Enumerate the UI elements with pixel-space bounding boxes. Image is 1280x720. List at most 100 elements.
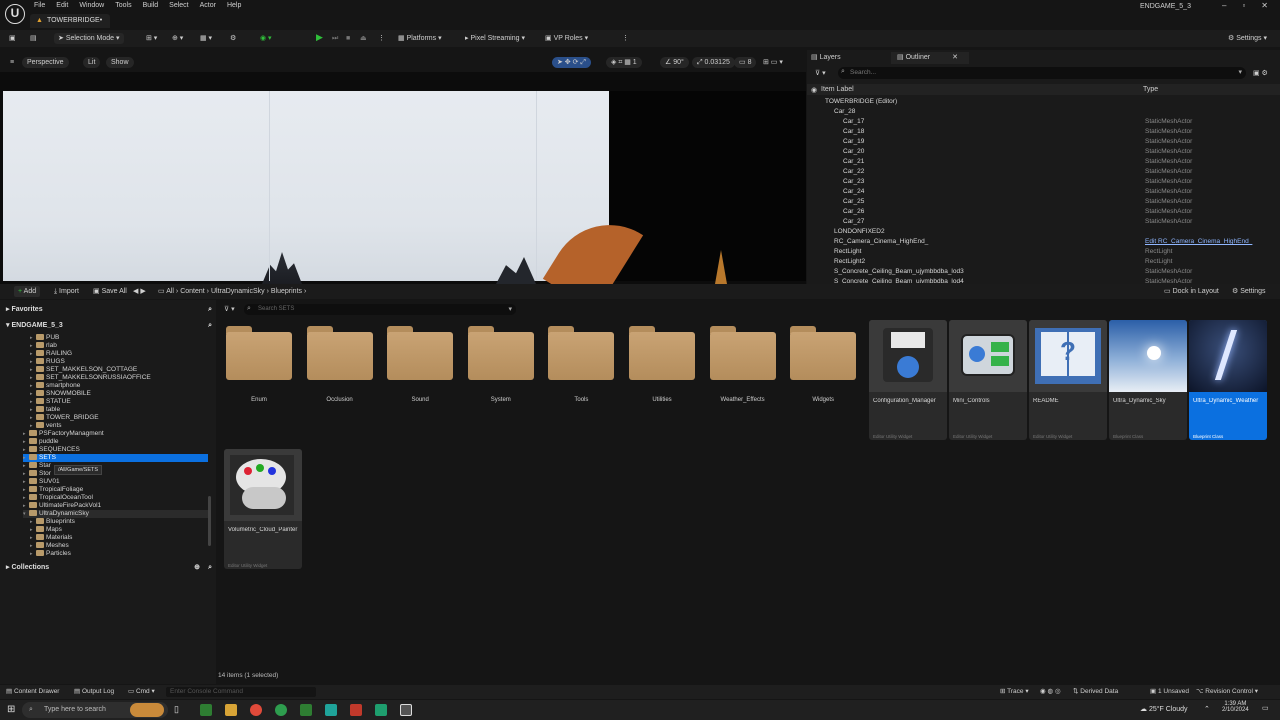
tray-icons[interactable]: ⌃	[1204, 705, 1210, 713]
asset-tile[interactable]: Ultra_Dynamic_Sky Blueprint Class	[1109, 320, 1187, 440]
level-viewport[interactable]	[0, 72, 806, 284]
windows-start-icon[interactable]: ⊞	[7, 704, 15, 715]
viewport-layout-icon[interactable]: ⊞ ▭ ▾	[758, 57, 788, 68]
outliner-row[interactable]: Car_20 StaticMeshActor	[807, 147, 1270, 157]
weather-widget[interactable]: ☁ 25°F Cloudy	[1140, 705, 1188, 713]
folder-tree-item[interactable]: ▸ SET_MAKKELSONRUSSIAOFFICE	[30, 374, 151, 382]
derived-data-button[interactable]: ⇅ Derived Data	[1073, 687, 1118, 697]
folder-tree-item[interactable]: ▸ UltimateFirePackVol1	[23, 502, 101, 510]
visibility-icon[interactable]: ◉	[811, 86, 817, 94]
perspective-button[interactable]: Perspective	[22, 57, 69, 68]
lit-button[interactable]: Lit	[83, 57, 101, 68]
folder-tree-item[interactable]: ▸ Materials	[30, 534, 72, 542]
advance-frame-icon[interactable]: ⏭	[332, 33, 338, 44]
folder-tile[interactable]	[224, 320, 294, 380]
camera-speed-button[interactable]: ▭ 8	[734, 57, 757, 68]
breadcrumb-item[interactable]: Blueprints	[271, 288, 302, 295]
unsaved-button[interactable]: ▣ 1 Unsaved	[1150, 687, 1189, 697]
asset-tile[interactable]: Ultra_Dynamic_Weather Blueprint Class	[1189, 320, 1267, 440]
col-item-label[interactable]: Item Label	[821, 86, 854, 93]
chrome-icon[interactable]	[250, 704, 262, 716]
add-button[interactable]: + Add	[14, 286, 41, 297]
outliner-row[interactable]: TOWERBRIDGE (Editor)	[807, 97, 1270, 107]
scale-snap-button[interactable]: ⤢ 0.03125	[692, 57, 735, 68]
outliner-row[interactable]: S_Concrete_Ceiling_Beam_ujymbbdba_lod3 St…	[807, 267, 1270, 277]
filter-icon[interactable]: ⊽ ▾	[224, 305, 235, 313]
cinematics-icon[interactable]: ▦ ▾	[200, 33, 212, 44]
app-icon[interactable]	[350, 704, 362, 716]
eject-icon[interactable]: ⏏	[360, 33, 367, 44]
folder-tree-item[interactable]: ▸ table	[30, 406, 60, 414]
menu-select[interactable]: Select	[169, 0, 188, 12]
breadcrumb-item[interactable]: Content	[180, 288, 205, 295]
breadcrumb-item[interactable]: All	[166, 288, 174, 295]
folder-tree-item[interactable]: ▸ STATUE	[30, 398, 71, 406]
snap-tools[interactable]: ◈ ⌗ ▦ 1	[606, 57, 642, 68]
folder-tile[interactable]	[708, 320, 778, 380]
filter-icon[interactable]: ⊽ ▾	[815, 68, 826, 80]
dock-button[interactable]: ▭ Dock in Layout	[1164, 286, 1219, 297]
clock[interactable]: 1:39 AM 2/10/2024	[1222, 701, 1249, 713]
app-icon[interactable]	[300, 704, 312, 716]
app-icon[interactable]	[375, 704, 387, 716]
folder-tree-item[interactable]: ▸ puddle	[23, 438, 59, 446]
outliner-row[interactable]: Car_19 StaticMeshActor	[807, 137, 1270, 147]
outliner-row[interactable]: Car_24 StaticMeshActor	[807, 187, 1270, 197]
cb-settings-button[interactable]: ⚙ Settings	[1232, 286, 1266, 297]
show-button[interactable]: Show	[106, 57, 134, 68]
chevron-down-icon[interactable]: ▾	[1238, 68, 1242, 76]
status-icons[interactable]: ◉ ◍ ◎	[1040, 687, 1061, 697]
menu-file[interactable]: File	[34, 0, 45, 12]
revision-control-button[interactable]: ⌥ Revision Control ▾	[1196, 687, 1258, 697]
platforms-button[interactable]: ▦ Platforms ▾	[398, 33, 442, 44]
asset-tile[interactable]: Mini_Controls Editor Utility Widget	[949, 320, 1027, 440]
menu-edit[interactable]: Edit	[56, 0, 68, 12]
outliner-row[interactable]: Car_18 StaticMeshActor	[807, 127, 1270, 137]
close-icon[interactable]: ✕	[952, 54, 958, 61]
folder-tree-item[interactable]: ▸ SET_MAKKELSON_COTTAGE	[30, 366, 137, 374]
folder-tree-item[interactable]: ▸ SUV01	[23, 478, 60, 486]
folder-tile[interactable]	[305, 320, 375, 380]
play-icon[interactable]: ▶	[316, 32, 323, 43]
folder-tree-item[interactable]: ▸ TOWER_BRIDGE	[30, 414, 99, 422]
folder-tree-item[interactable]: ▸ Blueprints	[30, 518, 75, 526]
outliner-row[interactable]: Car_21 StaticMeshActor	[807, 157, 1270, 167]
unreal-logo-icon[interactable]: U	[5, 4, 25, 24]
folder-tree-item[interactable]: ▸ Maps	[30, 526, 62, 534]
folder-tree-item[interactable]: ▸ RAILING	[30, 350, 72, 358]
console-input[interactable]: Enter Console Command	[166, 687, 316, 697]
blueprint-icon[interactable]: ⊕ ▾	[172, 33, 183, 44]
folder-tree-item[interactable]: ▸ PSFactoryManagment	[23, 430, 104, 438]
col-type[interactable]: Type	[1143, 86, 1158, 93]
menu-actor[interactable]: Actor	[200, 0, 216, 12]
folder-tree-item[interactable]: ▸ rlab	[30, 342, 57, 350]
search-icon[interactable]: ⌕	[208, 320, 212, 332]
folder-tile[interactable]	[466, 320, 536, 380]
add-actor-icon[interactable]: ⊞ ▾	[146, 33, 157, 44]
outliner-row[interactable]: RectLight2 RectLight	[807, 257, 1270, 267]
trace-button[interactable]: ⊞ Trace ▾	[1000, 687, 1029, 697]
vp-roles-button[interactable]: ▣ VP Roles ▾	[545, 33, 588, 44]
outliner-row[interactable]: Car_17 StaticMeshActor	[807, 117, 1270, 127]
tab-layers[interactable]: ▤ Layers	[811, 52, 841, 64]
pixel-streaming-button[interactable]: ▸ Pixel Streaming ▾	[465, 33, 525, 44]
menu-window[interactable]: Window	[79, 0, 104, 12]
level-tab[interactable]: ▲ TOWERBRIDGE•	[30, 14, 110, 28]
menu-help[interactable]: Help	[227, 0, 241, 12]
folder-tree-item[interactable]: ▸ vents	[30, 422, 62, 430]
viewport-menu-icon[interactable]: ≡	[5, 57, 19, 68]
asset-tile[interactable]: ? README Editor Utility Widget	[1029, 320, 1107, 440]
build-icon[interactable]: ◉ ▾	[260, 33, 272, 44]
content-drawer-button[interactable]: ▤ Content Drawer	[6, 687, 59, 697]
cmd-button[interactable]: ▭ Cmd ▾	[128, 687, 155, 697]
folder-tree-item[interactable]: ▸ Meshes	[30, 542, 69, 550]
minimize-icon[interactable]: –	[1222, 1, 1226, 10]
outliner-row[interactable]: Car_28	[807, 107, 1270, 117]
settings-button[interactable]: ⚙ Settings ▾	[1228, 33, 1267, 44]
selection-mode-button[interactable]: ➤ Selection Mode ▾	[54, 33, 124, 44]
outliner-row[interactable]: S_Concrete_Ceiling_Beam_ujymbbdba_lod4 St…	[807, 277, 1270, 283]
save-all-button[interactable]: ▣ Save All	[93, 286, 127, 297]
search-icon[interactable]: ⌕	[208, 304, 212, 316]
folder-tree-item[interactable]: ▸ smartphone	[30, 382, 80, 390]
save-icon[interactable]: ▣	[9, 33, 16, 44]
